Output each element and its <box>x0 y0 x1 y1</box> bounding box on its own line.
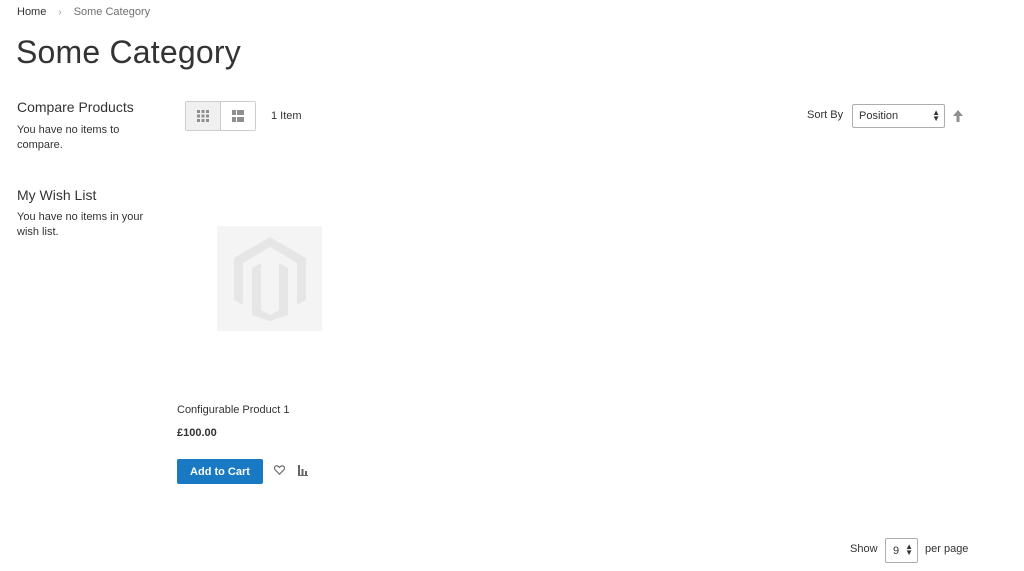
limiter-select[interactable]: 9 ▲ ▼ <box>885 538 918 563</box>
breadcrumb-current: Some Category <box>73 6 151 18</box>
breadcrumb-separator: › <box>58 6 62 18</box>
wishlist-title: My Wish List <box>17 187 97 203</box>
sort-by-select[interactable]: Position ▲ ▼ <box>852 104 945 128</box>
toolbar-item-count: 1 Item <box>271 110 302 122</box>
add-to-wishlist-button[interactable] <box>273 464 285 476</box>
product-image[interactable] <box>217 226 322 331</box>
compare-products-block: Compare Products You have no items to co… <box>17 99 147 153</box>
limiter-show-label: Show <box>850 543 878 555</box>
view-mode-switcher <box>185 101 256 131</box>
sort-direction-button[interactable] <box>953 110 963 122</box>
sort-by-label: Sort By <box>807 109 844 121</box>
add-to-cart-button[interactable]: Add to Cart <box>177 459 263 484</box>
grid-icon <box>197 110 209 122</box>
breadcrumb: Home › Some Category <box>17 6 150 18</box>
breadcrumb-home-link[interactable]: Home <box>17 6 46 18</box>
wishlist-block: My Wish List You have no items in your w… <box>17 187 147 240</box>
product-name-link[interactable]: Configurable Product 1 <box>177 404 290 416</box>
page-title: Some Category <box>16 34 241 70</box>
compare-products-title: Compare Products <box>17 99 134 115</box>
list-icon <box>232 110 244 122</box>
magento-placeholder-icon <box>233 236 306 321</box>
select-caret-icon: ▲ ▼ <box>905 542 913 557</box>
heart-icon <box>273 465 285 475</box>
bar-chart-icon <box>298 464 308 476</box>
limiter-per-page-label: per page <box>925 543 969 555</box>
select-caret-icon: ▲ ▼ <box>932 108 940 123</box>
add-to-compare-button[interactable] <box>297 464 309 476</box>
product-price: £100.00 <box>177 427 217 439</box>
arrow-up-icon <box>953 110 963 122</box>
grid-view-button[interactable] <box>186 102 220 130</box>
wishlist-empty-text: You have no items in your wish list. <box>17 211 144 238</box>
limiter-value: 9 <box>893 544 900 557</box>
compare-empty-text: You have no items to compare. <box>17 124 120 151</box>
sort-by-value: Position <box>859 110 899 122</box>
list-view-button[interactable] <box>220 102 255 130</box>
